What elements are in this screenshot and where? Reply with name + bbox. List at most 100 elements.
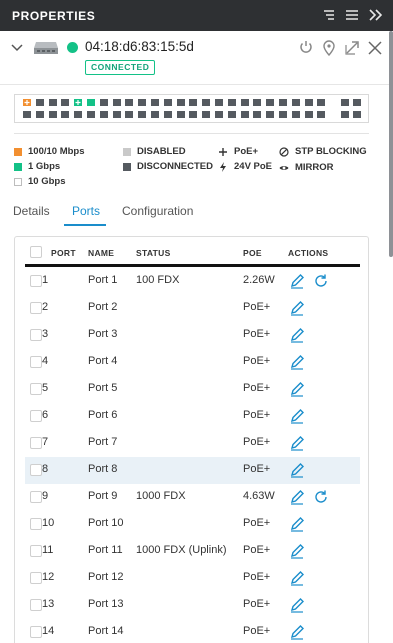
scrollbar[interactable]	[389, 31, 393, 257]
table-row[interactable]: 1 Port 1 100 FDX 2.26W	[25, 268, 360, 295]
port-square[interactable]	[227, 99, 236, 106]
table-row[interactable]: 14 Port 14 PoE+	[25, 619, 360, 643]
port-square[interactable]	[189, 111, 198, 118]
locate-icon[interactable]	[321, 39, 337, 57]
row-checkbox[interactable]	[30, 545, 42, 557]
table-row[interactable]: 3 Port 3 PoE+	[25, 322, 360, 349]
table-row[interactable]: 12 Port 12 PoE+	[25, 565, 360, 592]
port-square[interactable]	[176, 99, 185, 106]
port-square[interactable]	[112, 99, 121, 106]
row-checkbox[interactable]	[30, 491, 42, 503]
port-square[interactable]	[99, 99, 108, 106]
sfp-port-square[interactable]	[341, 99, 349, 106]
port-square[interactable]	[151, 111, 159, 118]
table-row[interactable]: 9 Port 9 1000 FDX 4.63W	[25, 484, 360, 511]
power-cycle-icon[interactable]	[313, 489, 329, 505]
port-square[interactable]	[279, 111, 287, 118]
port-square[interactable]	[317, 111, 326, 118]
table-row[interactable]: 11 Port 11 1000 FDX (Uplink) PoE+	[25, 538, 360, 565]
port-square[interactable]	[304, 111, 313, 118]
port-square[interactable]	[61, 111, 70, 118]
port-square[interactable]	[48, 111, 57, 118]
port-square[interactable]	[240, 111, 249, 118]
edit-icon[interactable]	[289, 435, 305, 451]
port-square[interactable]	[215, 111, 223, 118]
row-checkbox[interactable]	[30, 518, 42, 530]
row-checkbox[interactable]	[30, 410, 42, 422]
row-checkbox[interactable]	[30, 302, 42, 314]
restart-icon[interactable]	[298, 39, 314, 56]
edit-icon[interactable]	[289, 300, 305, 316]
edit-icon[interactable]	[289, 273, 305, 289]
row-checkbox[interactable]	[30, 275, 42, 287]
tab-ports[interactable]: Ports	[72, 204, 100, 218]
table-row[interactable]: 6 Port 6 PoE+	[25, 403, 360, 430]
port-square[interactable]	[202, 99, 211, 106]
port-square[interactable]	[279, 99, 287, 106]
row-checkbox[interactable]	[30, 383, 42, 395]
port-square[interactable]	[304, 99, 313, 106]
port-square[interactable]	[87, 111, 95, 118]
sfp-port-square[interactable]	[353, 99, 361, 106]
port-square[interactable]	[227, 111, 236, 118]
table-row[interactable]: 8 Port 8 PoE+	[25, 457, 360, 484]
port-square[interactable]	[138, 99, 147, 106]
row-checkbox[interactable]	[30, 599, 42, 611]
port-square[interactable]	[23, 99, 31, 106]
row-checkbox[interactable]	[30, 572, 42, 584]
edit-icon[interactable]	[289, 624, 305, 640]
row-checkbox[interactable]	[30, 356, 42, 368]
port-square[interactable]	[291, 111, 300, 118]
port-square[interactable]	[74, 99, 83, 106]
port-square[interactable]	[189, 99, 198, 106]
table-row[interactable]: 10 Port 10 PoE+	[25, 511, 360, 538]
port-square[interactable]	[35, 99, 44, 106]
table-row[interactable]: 4 Port 4 PoE+	[25, 349, 360, 376]
edit-icon[interactable]	[289, 327, 305, 343]
open-external-icon[interactable]	[344, 39, 360, 56]
edit-icon[interactable]	[289, 570, 305, 586]
port-square[interactable]	[35, 111, 44, 118]
select-all-checkbox[interactable]	[30, 246, 42, 258]
edit-icon[interactable]	[289, 408, 305, 424]
chevron-down-icon[interactable]	[10, 41, 24, 55]
edit-icon[interactable]	[289, 543, 305, 559]
port-square[interactable]	[163, 111, 172, 118]
port-square[interactable]	[266, 99, 275, 106]
port-square[interactable]	[61, 99, 70, 106]
collapse-panel-icon[interactable]	[367, 6, 385, 24]
port-square[interactable]	[138, 111, 147, 118]
row-checkbox[interactable]	[30, 437, 42, 449]
edit-icon[interactable]	[289, 516, 305, 532]
edit-icon[interactable]	[289, 462, 305, 478]
tab-configuration[interactable]: Configuration	[122, 204, 193, 218]
table-row[interactable]: 7 Port 7 PoE+	[25, 430, 360, 457]
row-checkbox[interactable]	[30, 329, 42, 341]
port-square[interactable]	[291, 99, 300, 106]
sfp-port-square[interactable]	[353, 111, 361, 118]
port-square[interactable]	[23, 111, 31, 118]
table-row[interactable]: 2 Port 2 PoE+	[25, 295, 360, 322]
port-square[interactable]	[163, 99, 172, 106]
port-square[interactable]	[151, 99, 159, 106]
port-square[interactable]	[266, 111, 275, 118]
sort-icon[interactable]	[319, 6, 337, 24]
edit-icon[interactable]	[289, 597, 305, 613]
port-square[interactable]	[240, 99, 249, 106]
menu-icon[interactable]	[343, 6, 361, 24]
power-cycle-icon[interactable]	[313, 273, 329, 289]
port-square[interactable]	[112, 111, 121, 118]
port-square[interactable]	[253, 111, 262, 118]
port-square[interactable]	[202, 111, 211, 118]
close-icon[interactable]	[367, 39, 383, 56]
edit-icon[interactable]	[289, 381, 305, 397]
port-square[interactable]	[176, 111, 185, 118]
sfp-port-square[interactable]	[341, 111, 349, 118]
row-checkbox[interactable]	[30, 626, 42, 638]
port-square[interactable]	[74, 111, 83, 118]
edit-icon[interactable]	[289, 354, 305, 370]
port-square[interactable]	[125, 99, 134, 106]
port-square[interactable]	[215, 99, 223, 106]
port-square[interactable]	[99, 111, 108, 118]
port-square[interactable]	[317, 99, 326, 106]
